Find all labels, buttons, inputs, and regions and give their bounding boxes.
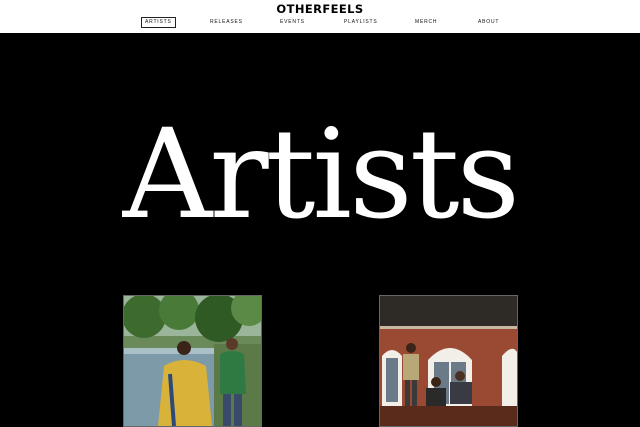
nav-item-artists[interactable]: ARTISTS bbox=[141, 17, 176, 28]
main-nav: ARTISTS RELEASES EVENTS PLAYLISTS MERCH … bbox=[0, 17, 640, 29]
nav-item-events[interactable]: EVENTS bbox=[280, 18, 305, 27]
artist-photo bbox=[124, 296, 261, 426]
nav-item-releases[interactable]: RELEASES bbox=[210, 18, 243, 27]
page-title: Artists bbox=[122, 103, 520, 247]
artist-card[interactable] bbox=[379, 295, 518, 427]
artist-card[interactable] bbox=[123, 295, 262, 427]
nav-item-playlists[interactable]: PLAYLISTS bbox=[344, 18, 378, 27]
site-logo[interactable]: OTHERFEELS bbox=[0, 2, 640, 16]
site-header: OTHERFEELS ARTISTS RELEASES EVENTS PLAYL… bbox=[0, 0, 640, 33]
artist-photo bbox=[380, 296, 517, 426]
nav-item-merch[interactable]: MERCH bbox=[415, 18, 437, 27]
nav-item-about[interactable]: ABOUT bbox=[478, 18, 499, 27]
